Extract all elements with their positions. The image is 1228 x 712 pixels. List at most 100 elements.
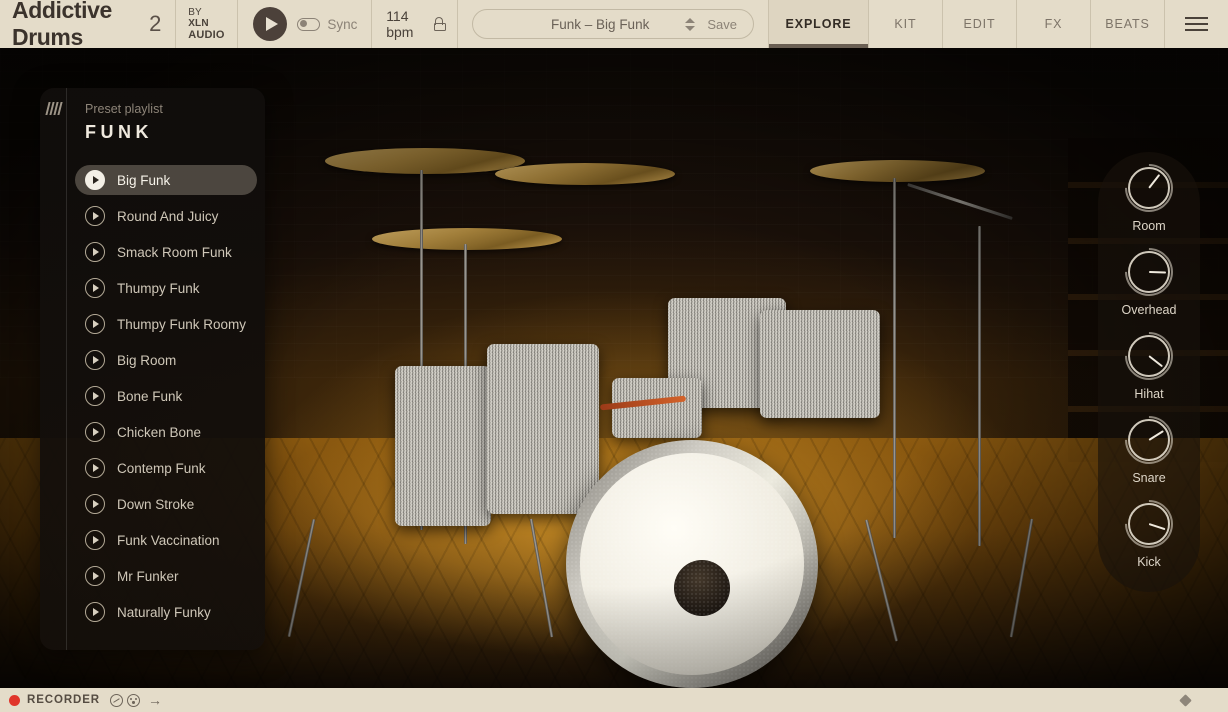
- preset-item[interactable]: Naturally Funky: [75, 597, 257, 627]
- preset-item[interactable]: Round And Juicy: [75, 201, 257, 231]
- preset-item-label: Smack Room Funk: [117, 244, 232, 260]
- reel-icon[interactable]: [127, 693, 141, 707]
- app-version: 2: [149, 11, 162, 36]
- preset-item-label: Contemp Funk: [117, 460, 206, 476]
- preset-play-icon[interactable]: [85, 566, 105, 586]
- preset-item[interactable]: Funk Vaccination: [75, 525, 257, 555]
- preset-selector[interactable]: Funk – Big Funk Save: [472, 9, 754, 39]
- knob-group: Kick: [1115, 490, 1183, 569]
- knob-group: Room: [1115, 154, 1183, 233]
- tape-icon[interactable]: [110, 693, 124, 707]
- preset-play-icon[interactable]: [85, 314, 105, 334]
- hamburger-menu-icon[interactable]: [1164, 0, 1228, 48]
- kick-drum: [566, 440, 818, 688]
- preset-item-label: Mr Funker: [117, 568, 179, 584]
- knob-kick[interactable]: [1115, 490, 1183, 558]
- preset-item-label: Thumpy Funk: [117, 280, 200, 296]
- knob-group: Overhead: [1115, 238, 1183, 317]
- preset-item-label: Funk Vaccination: [117, 532, 220, 548]
- preset-name: Funk – Big Funk: [551, 16, 650, 32]
- arrow-right-icon[interactable]: →: [148, 693, 162, 707]
- preset-play-icon[interactable]: [85, 602, 105, 622]
- preset-item[interactable]: Contemp Funk: [75, 453, 257, 483]
- preset-item-label: Big Room: [117, 352, 177, 368]
- tab-edit[interactable]: EDIT: [942, 0, 1016, 48]
- record-dot-icon[interactable]: [9, 694, 20, 706]
- tab-kit[interactable]: KIT: [868, 0, 942, 48]
- recorder-label[interactable]: RECORDER: [27, 694, 100, 706]
- unlocked-padlock-icon[interactable]: [434, 17, 447, 31]
- tab-explore[interactable]: EXPLORE: [768, 0, 868, 48]
- preset-play-icon[interactable]: [85, 206, 105, 226]
- recorder-icons: [110, 693, 141, 707]
- preset-item-label: Down Stroke: [117, 496, 195, 512]
- knob-room[interactable]: [1115, 154, 1183, 222]
- app-logo: Addictive Drums 2: [0, 0, 175, 50]
- preset-item[interactable]: Smack Room Funk: [75, 237, 257, 267]
- preset-play-icon[interactable]: [85, 458, 105, 478]
- preset-item[interactable]: Big Room: [75, 345, 257, 375]
- recorder-bar: RECORDER →: [0, 688, 1228, 712]
- preset-item-label: Chicken Bone: [117, 424, 202, 440]
- hihat-cymbal: [372, 228, 562, 250]
- resize-grip-icon[interactable]: [1179, 693, 1192, 707]
- preset-play-icon[interactable]: [85, 530, 105, 550]
- floor-tom-mid: [487, 344, 599, 514]
- tab-fx[interactable]: FX: [1016, 0, 1090, 48]
- preset-item-label: Naturally Funky: [117, 604, 211, 620]
- preset-item[interactable]: Thumpy Funk: [75, 273, 257, 303]
- preset-item-label: Bone Funk: [117, 388, 183, 404]
- knob-label: Overhead: [1121, 303, 1177, 317]
- preset-item[interactable]: Down Stroke: [75, 489, 257, 519]
- preset-play-icon[interactable]: [85, 278, 105, 298]
- playlist-kicker: Preset playlist: [85, 102, 163, 116]
- app-title: Addictive Drums: [12, 0, 112, 50]
- preset-item-label: Big Funk: [117, 172, 171, 188]
- sync-switch-icon: [297, 17, 321, 31]
- knob-label: Snare: [1132, 471, 1166, 485]
- knob-snare[interactable]: [1115, 406, 1183, 474]
- preset-play-icon[interactable]: [85, 386, 105, 406]
- play-icon: [265, 17, 278, 31]
- preset-play-icon[interactable]: [85, 350, 105, 370]
- vendor-line-1: BY XLN: [188, 6, 209, 29]
- chevron-up-down-icon[interactable]: [683, 17, 697, 31]
- preset-list: Big Funk Round And Juicy Smack Room Funk Th…: [67, 165, 265, 627]
- preset-selector-area: Funk – Big Funk Save: [458, 0, 768, 48]
- preset-item[interactable]: Thumpy Funk Roomy: [75, 309, 257, 339]
- sync-toggle[interactable]: Sync: [297, 17, 357, 32]
- knob-hihat[interactable]: [1115, 322, 1183, 390]
- kit-leg: [1009, 518, 1034, 638]
- floor-tom-left: [395, 366, 491, 526]
- tempo-control[interactable]: 114 bpm: [372, 0, 457, 48]
- save-preset-button[interactable]: Save: [697, 17, 753, 32]
- cymbal-boom-arm: [907, 183, 1013, 220]
- crash-cymbal-left: [325, 148, 525, 174]
- kit-leg: [529, 518, 554, 638]
- preset-item[interactable]: Bone Funk: [75, 381, 257, 411]
- preset-play-icon[interactable]: [85, 422, 105, 442]
- vendor-line-2: AUDIO: [188, 29, 225, 42]
- tab-beats[interactable]: BEATS: [1090, 0, 1164, 48]
- play-button[interactable]: [253, 7, 288, 41]
- top-toolbar: Addictive Drums 2 BY XLN AUDIO Sync 114 …: [0, 0, 1228, 50]
- kick-drum-head: [580, 453, 804, 675]
- sync-label: Sync: [327, 16, 358, 32]
- mixer-knob-rack: Room Overhead Hihat Snare Kick: [1098, 152, 1200, 592]
- preset-playlist-panel: Preset playlist FUNK Big Funk Round And J…: [40, 88, 265, 650]
- knob-label: Kick: [1137, 555, 1161, 569]
- preset-item-label: Round And Juicy: [117, 208, 219, 224]
- bpm-value: 114 bpm: [386, 8, 414, 40]
- knob-overhead[interactable]: [1115, 238, 1183, 306]
- preset-play-icon[interactable]: [85, 242, 105, 262]
- drag-handle-icon[interactable]: [40, 88, 67, 650]
- preset-item[interactable]: Mr Funker: [75, 561, 257, 591]
- preset-play-icon[interactable]: [85, 494, 105, 514]
- preset-play-icon[interactable]: [85, 170, 105, 190]
- preset-item[interactable]: Chicken Bone: [75, 417, 257, 447]
- knob-group: Snare: [1115, 406, 1183, 485]
- playlist-title: FUNK: [85, 122, 153, 142]
- snare-drum: [612, 378, 702, 438]
- knob-group: Hihat: [1115, 322, 1183, 401]
- preset-item[interactable]: Big Funk: [75, 165, 257, 195]
